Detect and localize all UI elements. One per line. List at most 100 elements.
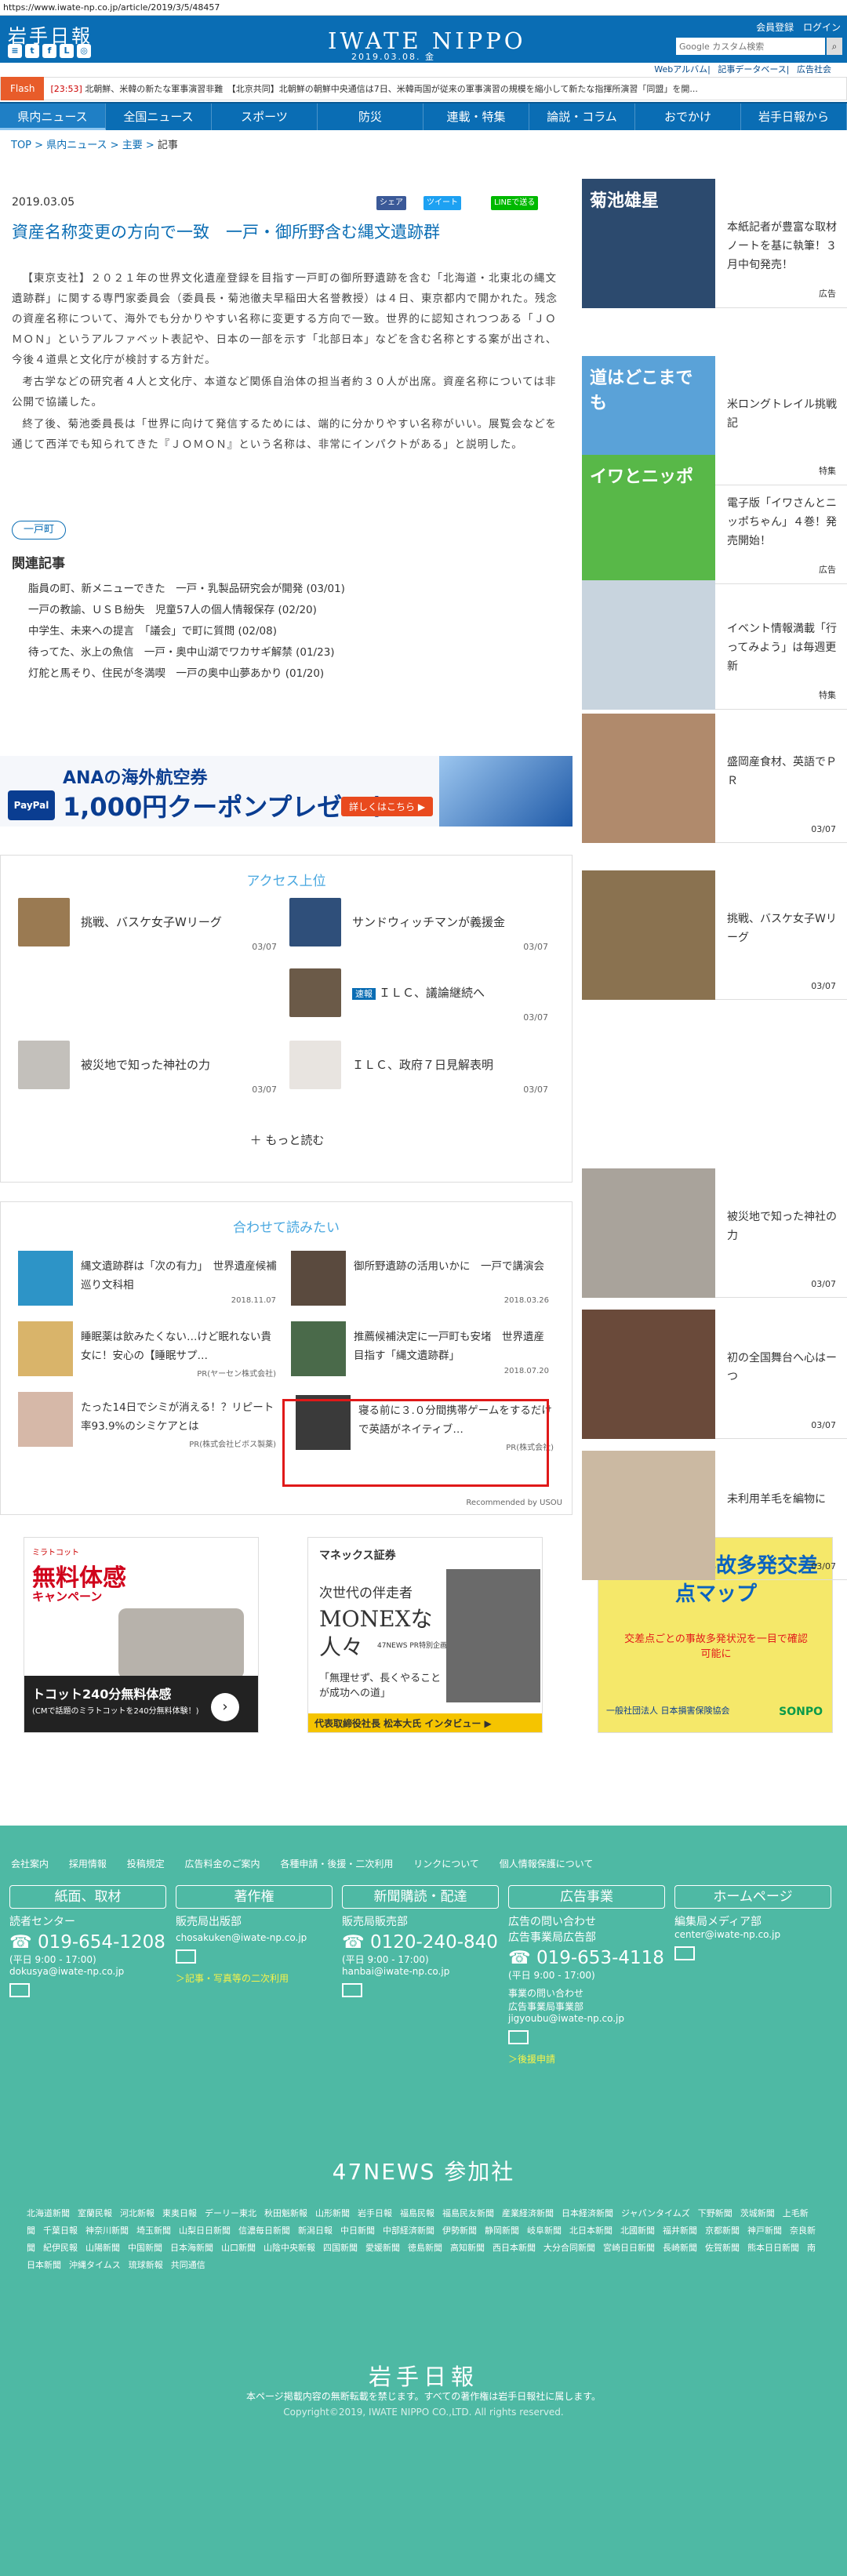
partner-paper-link[interactable]: 四国新聞 xyxy=(323,2243,358,2253)
ranking-item[interactable]: 挑戦、バスケ女子Wリーグ 03/07 xyxy=(18,898,277,952)
partner-paper-link[interactable]: 北國新聞 xyxy=(620,2225,655,2236)
partner-paper-link[interactable]: 日本経済新聞 xyxy=(562,2208,613,2218)
ranking-item[interactable]: 被災地で知った神社の力 03/07 xyxy=(18,1041,277,1095)
mail-icon[interactable] xyxy=(508,2030,529,2044)
chevron-right-icon[interactable]: › xyxy=(211,1693,239,1721)
partner-paper-link[interactable]: 山梨日日新聞 xyxy=(179,2225,231,2236)
phone-number[interactable]: ☎ 0120-240-840 xyxy=(342,1932,499,1953)
partner-paper-link[interactable]: 佐賀新聞 xyxy=(705,2243,740,2253)
facebook-icon[interactable]: f xyxy=(42,44,56,58)
email[interactable]: 事業の問い合わせ 広告事業局事業部 jigyoubu@iwate-np.co.j… xyxy=(508,1986,665,2024)
sidebar-item[interactable]: 菊池雄星 本紙記者が豊富な取材ノートを基に執筆！３月中旬発売！ 広告 xyxy=(582,179,847,308)
crumb-main[interactable]: 主要 xyxy=(122,140,143,151)
facebook-share-button[interactable]: シェア xyxy=(376,196,406,210)
partner-paper-link[interactable]: 岩手日報 xyxy=(358,2208,392,2218)
crumb-top[interactable]: TOP xyxy=(11,140,31,151)
partner-paper-link[interactable]: 福島民報 xyxy=(400,2208,434,2218)
nav-national[interactable]: 全国ニュース xyxy=(106,104,212,130)
partner-paper-link[interactable]: 西日本新聞 xyxy=(493,2243,536,2253)
partner-paper-link[interactable]: デーリー東北 xyxy=(205,2208,256,2218)
partner-paper-link[interactable]: 室蘭民報 xyxy=(78,2208,112,2218)
partner-paper-link[interactable]: 熊本日日新聞 xyxy=(747,2243,799,2253)
partner-paper-link[interactable]: 山陰中央新報 xyxy=(264,2243,315,2253)
sidebar-item[interactable]: 未利用羊毛を編物に 03/07 xyxy=(582,1451,847,1580)
nav-from-nippo[interactable]: 岩手日報から xyxy=(741,104,847,130)
partner-paper-link[interactable]: 沖縄タイムス xyxy=(69,2260,121,2270)
partner-paper-link[interactable]: 信濃毎日新聞 xyxy=(238,2225,290,2236)
email[interactable]: center@iwate-np.co.jp xyxy=(674,1929,831,1940)
partner-paper-link[interactable]: 下野新聞 xyxy=(698,2208,732,2218)
partner-paper-link[interactable]: 長崎新聞 xyxy=(663,2243,697,2253)
partner-paper-link[interactable]: 福井新聞 xyxy=(663,2225,697,2236)
ad-detail-button[interactable]: 詳しくはこちら ▶ xyxy=(341,797,434,816)
twitter-icon[interactable]: t xyxy=(25,44,39,58)
phone-number[interactable]: ☎ 019-654-1208 xyxy=(9,1932,166,1953)
nav-prefecture[interactable]: 県内ニュース xyxy=(0,104,106,130)
sponsor-link[interactable]: ＞後援申請 xyxy=(508,2052,665,2066)
ranking-item[interactable]: サンドウィッチマンが義援金 03/07 xyxy=(289,898,548,952)
partner-paper-link[interactable]: 東奥日報 xyxy=(162,2208,197,2218)
partner-paper-link[interactable]: 河北新報 xyxy=(120,2208,154,2218)
partner-paper-link[interactable]: 紀伊民報 xyxy=(43,2243,78,2253)
footer-link[interactable]: 投稿規定 xyxy=(127,1858,165,1869)
line-icon[interactable]: L xyxy=(60,44,74,58)
footer-link[interactable]: 広告料金のご案内 xyxy=(185,1858,260,1869)
partner-paper-link[interactable]: 山口新聞 xyxy=(221,2243,256,2253)
footer-link[interactable]: リンクについて xyxy=(413,1858,479,1869)
ana-ad-banner[interactable]: PayPal ANAの海外航空券 1,000円クーポンプレゼント 詳しくはこちら… xyxy=(0,756,573,827)
partner-paper-link[interactable]: 千葉日報 xyxy=(43,2225,78,2236)
nav-column[interactable]: 論説・コラム xyxy=(529,104,635,130)
partner-paper-link[interactable]: 岐阜新聞 xyxy=(527,2225,562,2236)
flash-text[interactable]: 北朝鮮、米韓の新たな軍事演習非難 【北京共同】北朝鮮の朝鮮中央通信は7日、米韓両… xyxy=(85,84,698,94)
partner-paper-link[interactable]: 中部経済新聞 xyxy=(383,2225,434,2236)
email[interactable]: dokusya@iwate-np.co.jp xyxy=(9,1966,166,1977)
sidebar-item[interactable]: イワとニッポ 電子版「イワさんとニッポちゃん」４巻！発売開始！ 広告 xyxy=(582,455,847,584)
tweet-button[interactable]: ツイート xyxy=(424,196,461,210)
sidebar-item[interactable]: 挑戦、バスケ女子Wリーグ 03/07 xyxy=(582,870,847,1000)
partner-paper-link[interactable]: 琉球新報 xyxy=(129,2260,163,2270)
partner-paper-link[interactable]: 産業経済新聞 xyxy=(502,2208,554,2218)
footer-link[interactable]: 個人情報保護について xyxy=(500,1858,594,1869)
nav-sports[interactable]: スポーツ xyxy=(212,104,318,130)
web-album-link[interactable]: Webアルバム xyxy=(654,64,707,74)
partner-paper-link[interactable]: 神戸新聞 xyxy=(747,2225,782,2236)
login-link[interactable]: ログイン xyxy=(803,22,841,33)
recommend-item[interactable]: たった14日でシミが消える！？リピート率93.9%のシミケアとは PR(株式会社… xyxy=(18,1392,281,1451)
search-icon[interactable]: ⌕ xyxy=(827,38,842,55)
register-link[interactable]: 会員登録 xyxy=(756,22,794,33)
secondary-use-link[interactable]: ＞記事・写真等の二次利用 xyxy=(176,1971,333,1985)
partner-paper-link[interactable]: 山形新聞 xyxy=(315,2208,350,2218)
ranking-item[interactable]: 速報 ＩＬＣ、議論継続へ 03/07 xyxy=(289,968,548,1023)
partner-paper-link[interactable]: 大分合同新聞 xyxy=(543,2243,595,2253)
partner-paper-link[interactable]: 神奈川新聞 xyxy=(85,2225,129,2236)
partner-paper-link[interactable]: 埼玉新聞 xyxy=(136,2225,171,2236)
related-link[interactable]: 灯舵と馬そり、住民が冬満喫 一戸の奥中山夢あかり (01/20) xyxy=(28,663,345,685)
recommend-item[interactable]: 御所野遺跡の活用いかに 一戸で講演会 2018.03.26 xyxy=(291,1251,554,1310)
partner-paper-link[interactable]: ジャパンタイムズ xyxy=(621,2208,690,2218)
partner-paper-link[interactable]: 中日新聞 xyxy=(340,2225,375,2236)
article-db-link[interactable]: 記事データベース xyxy=(718,64,786,74)
partner-paper-link[interactable]: 宮崎日日新聞 xyxy=(603,2243,655,2253)
partner-paper-link[interactable]: 北日本新聞 xyxy=(569,2225,613,2236)
partner-paper-link[interactable]: 徳島新聞 xyxy=(408,2243,442,2253)
partner-paper-link[interactable]: 秋田魁新報 xyxy=(264,2208,307,2218)
rss-icon[interactable]: ≡ xyxy=(8,44,22,58)
partner-paper-link[interactable]: 中国新聞 xyxy=(128,2243,162,2253)
mail-icon[interactable] xyxy=(176,1949,196,1964)
phone-number[interactable]: ☎ 019-653-4118 xyxy=(508,1948,665,1968)
footer-link[interactable]: 採用情報 xyxy=(69,1858,107,1869)
email[interactable]: chosakuken@iwate-np.co.jp xyxy=(176,1932,333,1943)
partner-paper-link[interactable]: 新潟日報 xyxy=(298,2225,333,2236)
url-bar[interactable]: https://www.iwate-np.co.jp/article/2019/… xyxy=(0,0,847,16)
partner-paper-link[interactable]: 伊勢新聞 xyxy=(442,2225,477,2236)
ranking-item[interactable]: ＩＬＣ、政府７日見解表明 03/07 xyxy=(289,1041,548,1095)
partner-paper-link[interactable]: 静岡新聞 xyxy=(485,2225,519,2236)
monex-ad[interactable]: マネックス証券 次世代の伴走者 MONEXな 人々 47NEWS PR特別企画 … xyxy=(307,1537,543,1733)
partner-paper-link[interactable]: 福島民友新聞 xyxy=(442,2208,494,2218)
crumb-prefecture[interactable]: 県内ニュース xyxy=(46,140,107,151)
mail-icon[interactable] xyxy=(9,1983,30,1997)
mail-icon[interactable] xyxy=(674,1946,695,1960)
nav-outing[interactable]: おでかけ xyxy=(635,104,741,130)
recommend-item[interactable]: 睡眠薬は飲みたくない…けど眠れない貴女に！安心の【睡眠サプ… PR(ヤーセン株式… xyxy=(18,1321,281,1380)
instagram-icon[interactable]: ◎ xyxy=(77,44,91,58)
